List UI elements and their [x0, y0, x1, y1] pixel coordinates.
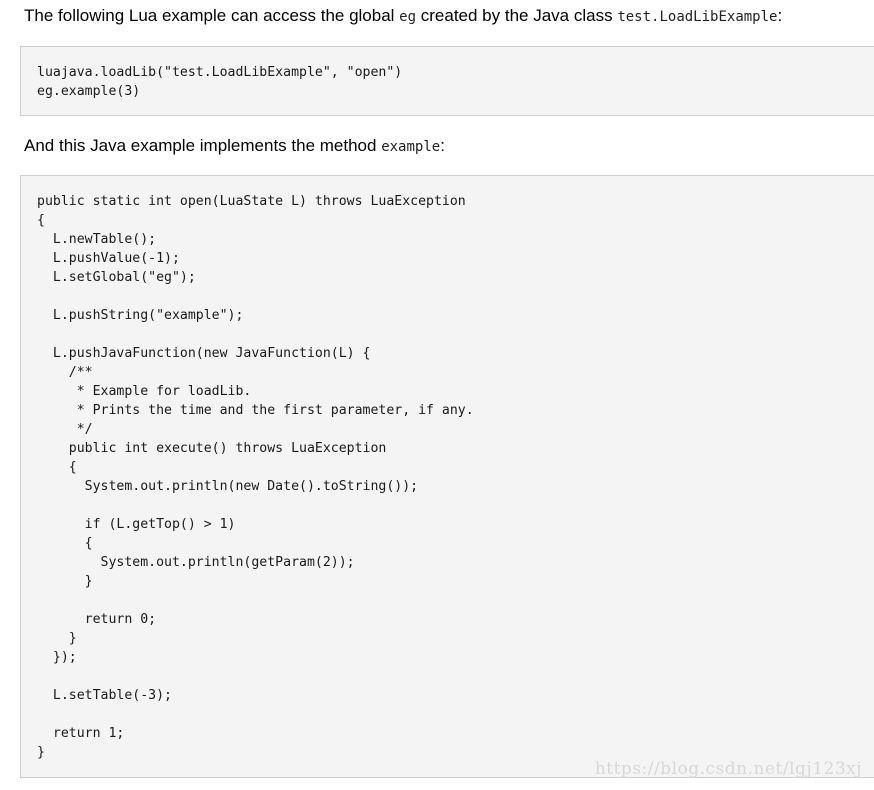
lua-code-block: luajava.loadLib("test.LoadLibExample", "…: [20, 46, 874, 116]
lua-code-text: luajava.loadLib("test.LoadLibExample", "…: [37, 65, 403, 99]
intro-paragraph-java: And this Java example implements the met…: [24, 136, 445, 157]
intro-text-mid: created by the Java class: [416, 6, 618, 25]
inline-code-class: test.LoadLibExample: [617, 9, 778, 25]
inline-code-method: example: [381, 139, 441, 155]
intro-paragraph-lua: The following Lua example can access the…: [24, 6, 782, 27]
intro2-text-before: And this Java example implements the met…: [24, 136, 382, 155]
intro-text-before: The following Lua example can access the…: [24, 6, 400, 25]
java-code-block: public static int open(LuaState L) throw…: [20, 175, 874, 778]
watermark: https://blog.csdn.net/lgj123xj: [594, 759, 862, 779]
intro-text-after: :: [777, 6, 783, 25]
inline-code-eg: eg: [399, 9, 417, 25]
java-code-text: public static int open(LuaState L) throw…: [37, 194, 474, 760]
intro2-text-after: :: [440, 136, 445, 155]
